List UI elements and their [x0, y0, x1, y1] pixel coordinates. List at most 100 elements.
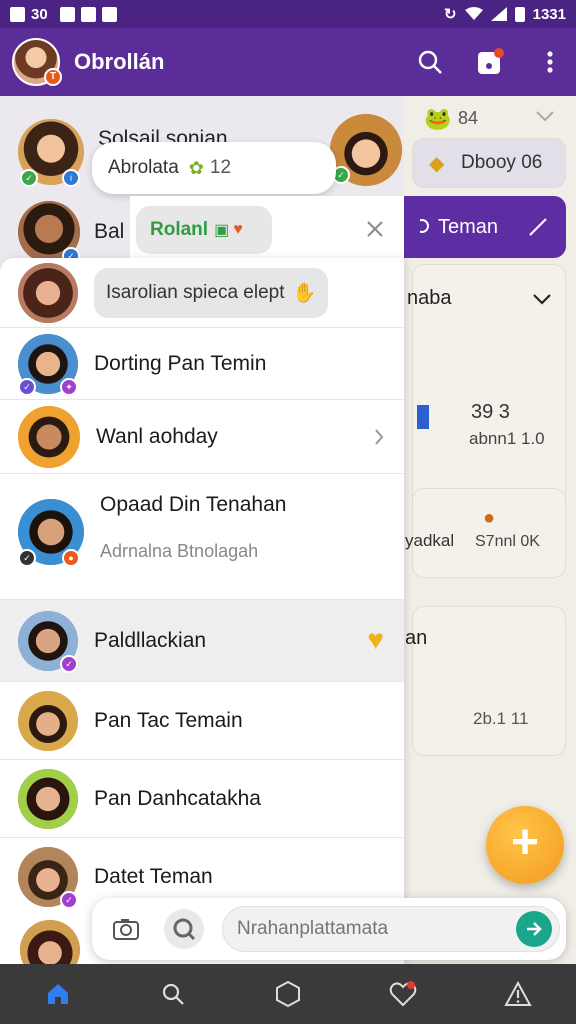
- floating-avatar[interactable]: ✓: [330, 114, 402, 186]
- green-bubble[interactable]: Rolanl ▣ ♥: [136, 206, 272, 254]
- right-chip[interactable]: ◆ Dbooy 06: [412, 138, 566, 188]
- home-icon: [47, 984, 68, 1004]
- compose-bar: [92, 898, 566, 960]
- friends-chip-label: Teman: [438, 215, 499, 238]
- message-input[interactable]: [222, 906, 560, 952]
- star-icon: ✦: [60, 377, 78, 396]
- right-card-value: 39 3: [471, 401, 510, 423]
- nav-hexagon[interactable]: [268, 974, 308, 1014]
- sticker-icon: ●: [483, 507, 496, 529]
- contact-name: Pan Tac Temain: [94, 708, 243, 732]
- nav-home[interactable]: [38, 974, 78, 1014]
- notification-icon: [478, 48, 504, 74]
- friends-chip[interactable]: Teman: [404, 196, 566, 258]
- app-bar: T Obrollán: [0, 28, 576, 96]
- sticker-icon: ✿: [188, 157, 204, 178]
- alert-icon: [504, 981, 533, 1006]
- chevron-down-icon: [533, 294, 551, 305]
- right-card[interactable]: yadkal S7nnl 0K ●: [405, 488, 566, 578]
- count-top: 84: [458, 108, 479, 128]
- contact-name: Paldllackian: [94, 628, 207, 652]
- send-button[interactable]: [516, 911, 552, 947]
- avatar: [18, 405, 80, 468]
- avatar: [18, 262, 78, 323]
- status-time-right: 1331: [532, 5, 566, 23]
- star-icon: ✓: [60, 654, 78, 673]
- lens-button[interactable]: [164, 909, 204, 949]
- status-time-left: 30: [31, 5, 48, 23]
- edit-icon: [529, 218, 547, 236]
- hand-icon: ✋: [292, 282, 317, 304]
- bubble-text: Abrolata: [108, 157, 179, 178]
- wifi-icon: [464, 7, 483, 20]
- background-row-name: Bal: [94, 220, 125, 243]
- bottom-nav: [0, 964, 576, 1024]
- message-bubble[interactable]: Abrolata ✿ 12: [92, 142, 336, 194]
- save-icon: ▣: [214, 222, 230, 239]
- hexagon-icon: [275, 980, 300, 1008]
- nav-search[interactable]: [153, 974, 193, 1014]
- avatar: ✓ ●: [18, 498, 84, 567]
- mail-status-icon: [101, 6, 117, 22]
- list-item[interactable]: ✓ ✦ Dorting Pan Temin: [0, 328, 404, 400]
- chevron-down-icon: [536, 111, 554, 122]
- right-card-label: naba: [407, 287, 452, 309]
- signal-icon: [490, 7, 507, 21]
- contact-name: Datet Teman: [94, 865, 213, 888]
- heart-icon: [389, 981, 417, 1007]
- avatar: ✓ ✦: [18, 333, 78, 396]
- gray-bubble[interactable]: Isarolian spieca elept ✋: [94, 267, 329, 318]
- right-chip-label: Dbooy 06: [461, 152, 543, 173]
- avatar: ✓: [18, 201, 80, 265]
- green-bubble-text: Rolanl: [150, 219, 209, 240]
- gray-bubble-text: Isarolian spieca elept: [106, 281, 285, 303]
- close-icon[interactable]: [366, 220, 384, 238]
- info-icon: i: [62, 169, 80, 187]
- plus-icon: +: [510, 816, 540, 869]
- right-card-sub: S7nnl 0K: [475, 533, 540, 550]
- send-icon: [527, 922, 542, 936]
- status-bar: 30 ↻ 1331: [0, 0, 576, 28]
- right-card[interactable]: an 2b.1 11: [405, 606, 566, 756]
- search-icon: [418, 50, 442, 74]
- search-icon: [162, 983, 184, 1005]
- list-item[interactable]: ✓ Paldllackian ♥: [0, 600, 404, 682]
- nav-favorites[interactable]: [383, 974, 423, 1014]
- app-status-icon: [80, 6, 96, 22]
- camera-icon: [113, 919, 139, 940]
- search-icon: [420, 219, 429, 233]
- list-item[interactable]: ✓ ● Opaad Din Tenahan Adrnalna Btnolagah: [0, 474, 404, 600]
- right-card-label: an: [405, 627, 428, 649]
- camera-button[interactable]: [106, 909, 146, 949]
- sync-icon: ↻: [444, 6, 457, 23]
- tag-icon: ◆: [429, 153, 445, 175]
- lens-icon: [173, 918, 196, 941]
- notification-button[interactable]: [476, 48, 504, 76]
- avatar: ✓ i: [18, 119, 84, 187]
- gallery-status-icon: [59, 6, 75, 22]
- nav-alerts[interactable]: [498, 974, 538, 1014]
- contact-name: Opaad Din Tenahan: [100, 493, 287, 516]
- profile-avatar[interactable]: T: [12, 38, 62, 86]
- list-item[interactable]: Isarolian spieca elept ✋: [0, 258, 404, 328]
- right-card-label: yadkal: [405, 531, 455, 550]
- list-item[interactable]: Wanl aohday: [0, 400, 404, 474]
- app-title: Obrollán: [74, 49, 165, 74]
- verified-icon: ✓: [18, 548, 36, 567]
- right-card-sub: abnn1 1.0: [469, 429, 545, 448]
- more-button[interactable]: [536, 48, 564, 76]
- bubble-strip: Rolanl ▣ ♥: [130, 196, 404, 258]
- bubble-count: 12: [209, 157, 232, 178]
- contact-subtitle: Adrnalna Btnolagah: [100, 541, 259, 561]
- contact-name: Dorting Pan Temin: [94, 351, 267, 375]
- avatar: ✓: [18, 610, 78, 673]
- search-button[interactable]: [416, 48, 444, 76]
- book-icon: [417, 405, 429, 429]
- more-icon: [547, 51, 553, 73]
- list-item[interactable]: Pan Tac Temain: [0, 682, 404, 760]
- add-button[interactable]: +: [486, 806, 564, 884]
- contact-name: Wanl aohday: [96, 424, 218, 448]
- list-item[interactable]: Pan Danhcatakha: [0, 760, 404, 838]
- battery-icon: [514, 6, 525, 22]
- avatar: ✓: [18, 847, 78, 909]
